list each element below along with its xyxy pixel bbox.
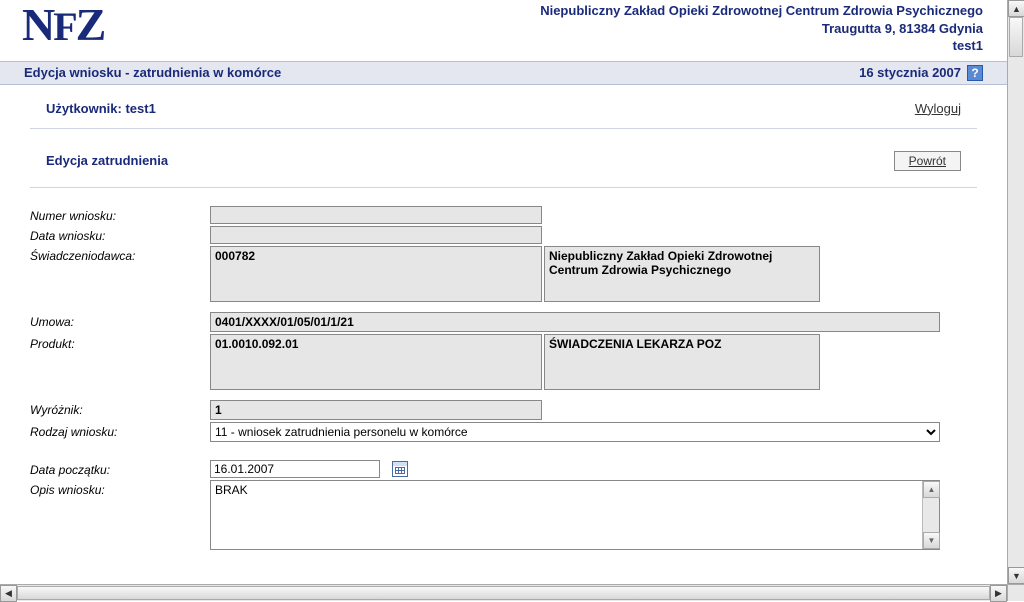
scroll-up-icon[interactable]: ▲ (1008, 0, 1024, 17)
textarea-scrollbar[interactable]: ▲ ▼ (922, 481, 939, 549)
textarea-opis-content: BRAK (211, 481, 922, 549)
label-rodzaj-wniosku: Rodzaj wniosku: (30, 422, 210, 442)
scroll-thumb[interactable] (17, 586, 990, 600)
field-umowa: 0401/XXXX/01/05/01/1/21 (210, 312, 940, 332)
org-user: test1 (540, 37, 983, 55)
help-icon[interactable]: ? (967, 65, 983, 81)
separator (30, 128, 977, 129)
label-data-wniosku: Data wniosku: (30, 226, 210, 244)
app-header: NFZ Niepubliczny Zakład Opieki Zdrowotne… (0, 0, 1007, 61)
field-data-wniosku (210, 226, 542, 244)
calendar-icon[interactable] (392, 461, 408, 477)
label-opis-wniosku: Opis wniosku: (30, 480, 210, 550)
separator (30, 187, 977, 188)
return-button[interactable]: Powrót (894, 151, 961, 171)
titlebar: Edycja wniosku - zatrudnienia w komórce … (0, 61, 1007, 85)
label-umowa: Umowa: (30, 312, 210, 332)
field-produkt-name: ŚWIADCZENIA LEKARZA POZ (544, 334, 820, 390)
user-label: Użytkownik: test1 (46, 101, 156, 116)
label-swiadczeniodawca: Świadczeniodawca: (30, 246, 210, 302)
scroll-down-icon[interactable]: ▼ (923, 532, 940, 549)
scroll-down-icon[interactable]: ▼ (1008, 567, 1024, 584)
content-area: Użytkownik: test1 Wyloguj Edycja zatrudn… (0, 85, 1007, 550)
current-date: 16 stycznia 2007 (859, 65, 961, 80)
window-vertical-scrollbar[interactable]: ▲ ▼ (1007, 0, 1024, 584)
label-produkt: Produkt: (30, 334, 210, 390)
field-produkt-code: 01.0010.092.01 (210, 334, 542, 390)
nfz-logo: NFZ (22, 4, 104, 45)
scrollbar-corner (1007, 584, 1024, 601)
scroll-left-icon[interactable]: ◀ (0, 585, 17, 602)
scroll-up-icon[interactable]: ▲ (923, 481, 940, 498)
page-title: Edycja wniosku - zatrudnienia w komórce (24, 65, 281, 80)
field-swiadczeniodawca-name: Niepubliczny Zakład Opieki Zdrowotnej Ce… (544, 246, 820, 302)
header-org-block: Niepubliczny Zakład Opieki Zdrowotnej Ce… (540, 2, 983, 55)
section-header: Edycja zatrudnienia Powrót (30, 137, 977, 185)
logout-link[interactable]: Wyloguj (915, 101, 961, 116)
select-rodzaj-wniosku[interactable]: 11 - wniosek zatrudnienia personelu w ko… (210, 422, 940, 442)
label-data-poczatku: Data początku: (30, 460, 210, 478)
textarea-opis-wniosku[interactable]: BRAK ▲ ▼ (210, 480, 940, 550)
label-numer-wniosku: Numer wniosku: (30, 206, 210, 224)
field-wyroznik: 1 (210, 400, 542, 420)
field-numer-wniosku (210, 206, 542, 224)
org-name: Niepubliczny Zakład Opieki Zdrowotnej Ce… (540, 2, 983, 20)
field-swiadczeniodawca-code: 000782 (210, 246, 542, 302)
window-horizontal-scrollbar[interactable]: ◀ ▶ (0, 584, 1007, 601)
user-bar: Użytkownik: test1 Wyloguj (30, 95, 977, 126)
scroll-thumb[interactable] (1009, 17, 1023, 57)
section-heading: Edycja zatrudnienia (46, 153, 168, 168)
input-data-poczatku[interactable] (210, 460, 380, 478)
employment-form: Numer wniosku: Data wniosku: Świadczenio… (30, 206, 977, 550)
org-address: Traugutta 9, 81384 Gdynia (540, 20, 983, 38)
scroll-right-icon[interactable]: ▶ (990, 585, 1007, 602)
label-wyroznik: Wyróżnik: (30, 400, 210, 420)
app-viewport: NFZ Niepubliczny Zakład Opieki Zdrowotne… (0, 0, 1007, 584)
